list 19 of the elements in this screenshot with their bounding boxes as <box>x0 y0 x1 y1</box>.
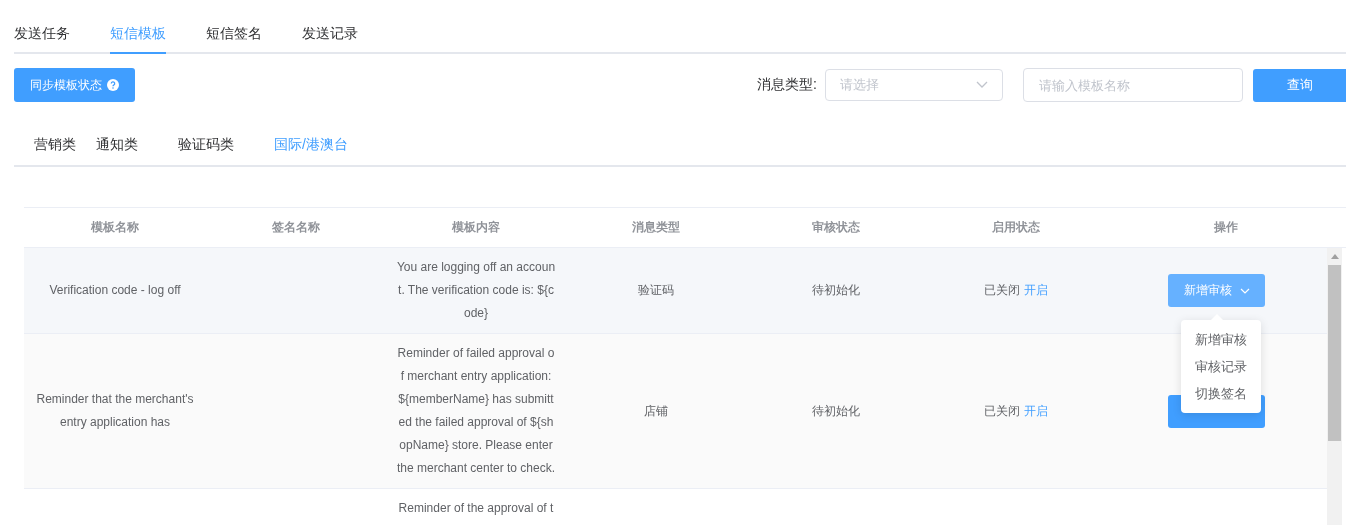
column-header: 操作 <box>1214 220 1238 234</box>
table-cell-text: Reminder that the merchant's entry application has <box>35 391 195 431</box>
table-cell-text: 店铺 <box>644 402 668 420</box>
column-header: 审核状态 <box>812 220 860 234</box>
table-cell-text: 待初始化 <box>812 402 860 420</box>
column-header: 签名名称 <box>272 220 320 234</box>
filter-label: 消息类型: <box>757 76 817 94</box>
table-cell-text: Verification code - log off <box>49 282 181 299</box>
table-cell-text: You are logging off an account. The verification code is: ${code} <box>396 259 556 322</box>
column-header: 模板名称 <box>91 220 139 234</box>
column-header: 模板内容 <box>452 220 500 234</box>
status-text: 已关闭 <box>984 282 1020 299</box>
status-text: 已关闭 <box>984 402 1020 420</box>
table-cell-text: Reminder of the approval of t <box>397 500 555 517</box>
column-header: 启用状态 <box>992 220 1040 234</box>
table-cell-text: Reminder of failed approval of merchant entry application: ${memberName} has submitted the failed approval of ${shopName} store. Please enter the merchant center to check. <box>396 345 556 477</box>
table-cell-text: 验证码 <box>638 282 674 299</box>
table-cell-text: 待初始化 <box>812 282 860 299</box>
column-header: 消息类型 <box>632 220 680 234</box>
